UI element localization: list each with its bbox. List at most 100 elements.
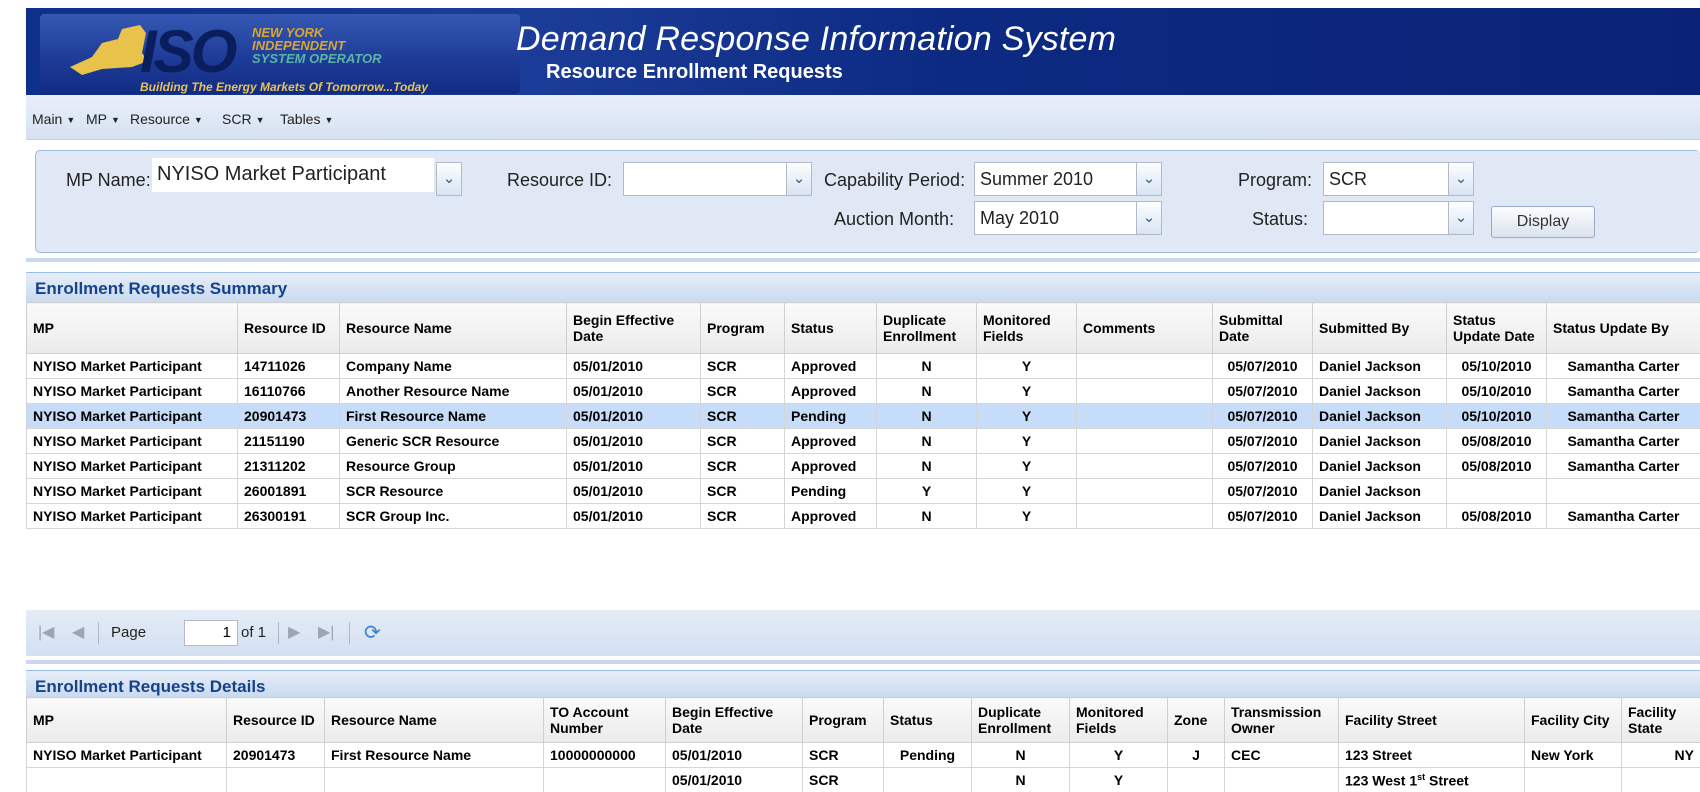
table-cell: 05/07/2010 bbox=[1212, 353, 1313, 379]
table-cell: SCR bbox=[802, 742, 884, 768]
resource-id-combo[interactable] bbox=[623, 162, 787, 196]
column-header[interactable]: Program bbox=[802, 697, 884, 743]
column-header[interactable]: MP bbox=[26, 302, 238, 354]
table-cell: 21311202 bbox=[237, 453, 340, 479]
table-row[interactable]: NYISO Market Participant 20901473 First Re… bbox=[26, 403, 1700, 429]
table-cell: Approved bbox=[784, 428, 877, 454]
display-button[interactable]: Display bbox=[1491, 206, 1595, 238]
table-cell: Y bbox=[976, 428, 1077, 454]
column-header[interactable]: Status bbox=[784, 302, 877, 354]
auction-month-dropdown-icon[interactable]: ⌄ bbox=[1136, 201, 1162, 235]
table-cell: NYISO Market Participant bbox=[26, 478, 238, 504]
column-header[interactable]: Monitored Fields bbox=[1069, 697, 1168, 743]
table-cell: 05/01/2010 bbox=[665, 742, 803, 768]
program-combo[interactable]: SCR bbox=[1323, 162, 1449, 196]
table-cell: Daniel Jackson bbox=[1312, 478, 1447, 504]
column-header[interactable]: Resource ID bbox=[226, 697, 325, 743]
column-header[interactable]: Zone bbox=[1167, 697, 1225, 743]
table-row[interactable]: NYISO Market Participant 26001891 SCR Reso… bbox=[26, 478, 1700, 504]
column-header[interactable]: MP bbox=[26, 697, 227, 743]
column-header[interactable]: TO Account Number bbox=[543, 697, 666, 743]
table-cell: Company Name bbox=[339, 353, 567, 379]
table-cell: 05/01/2010 bbox=[566, 378, 701, 404]
mp-name-label: MP Name: bbox=[66, 170, 151, 190]
table-cell: 05/01/2010 bbox=[566, 403, 701, 429]
column-header[interactable]: Monitored Fields bbox=[976, 302, 1077, 354]
capability-period-dropdown-icon[interactable]: ⌄ bbox=[1136, 162, 1162, 196]
column-header[interactable]: Facility State bbox=[1621, 697, 1700, 743]
table-row[interactable]: NYISO Market Participant 20901473 First Re… bbox=[26, 742, 1700, 768]
app-window: ISO NEW YORK INDEPENDENT SYSTEM OPERATOR… bbox=[0, 0, 1700, 792]
table-row[interactable]: NYISO Market Participant 21311202 Resource… bbox=[26, 453, 1700, 479]
table-cell: 05/07/2010 bbox=[1212, 403, 1313, 429]
caret-down-icon: ▼ bbox=[324, 115, 334, 125]
status-dropdown-icon[interactable]: ⌄ bbox=[1448, 201, 1474, 235]
column-header[interactable]: Transmission Owner bbox=[1224, 697, 1339, 743]
divider bbox=[26, 660, 1700, 664]
table-cell: SCR bbox=[700, 403, 785, 429]
column-header[interactable]: Duplicate Enrollment bbox=[971, 697, 1070, 743]
table-cell: Y bbox=[976, 478, 1077, 504]
table-cell: Y bbox=[976, 353, 1077, 379]
column-header[interactable]: Status bbox=[883, 697, 972, 743]
menu-scr[interactable]: SCR ▼ bbox=[222, 111, 264, 127]
previous-page-icon[interactable]: ◀ bbox=[72, 622, 84, 642]
table-cell bbox=[1076, 403, 1213, 429]
menu-resource[interactable]: Resource ▼ bbox=[130, 111, 203, 127]
toolbar-separator bbox=[278, 622, 279, 644]
caret-down-icon: ▼ bbox=[193, 115, 203, 125]
table-row[interactable]: NYISO Market Participant 21151190 Generic … bbox=[26, 428, 1700, 454]
table-cell: 05/08/2010 bbox=[1446, 428, 1547, 454]
column-header[interactable]: Submitted By bbox=[1312, 302, 1447, 354]
left-margin bbox=[0, 0, 26, 792]
refresh-icon[interactable]: ⟳ bbox=[364, 620, 381, 645]
last-page-icon[interactable]: ▶| bbox=[318, 622, 334, 642]
auction-month-combo[interactable]: May 2010 bbox=[974, 201, 1137, 235]
details-table: MP Resource ID Resource Name TO Account Num… bbox=[26, 697, 1700, 792]
column-header[interactable]: Begin Effective Date bbox=[665, 697, 803, 743]
table-cell: Generic SCR Resource bbox=[339, 428, 567, 454]
column-header[interactable]: Submittal Date bbox=[1212, 302, 1313, 354]
column-header[interactable]: Facility Street bbox=[1338, 697, 1525, 743]
table-cell: 05/07/2010 bbox=[1212, 478, 1313, 504]
table-cell bbox=[883, 767, 972, 792]
column-header[interactable]: Begin Effective Date bbox=[566, 302, 701, 354]
table-cell bbox=[543, 767, 666, 792]
table-cell bbox=[1076, 378, 1213, 404]
table-cell: SCR Group Inc. bbox=[339, 503, 567, 529]
table-row[interactable]: NYISO Market Participant 26300191 SCR Grou… bbox=[26, 503, 1700, 529]
table-row[interactable]: NYISO Market Participant 16110766 Another … bbox=[26, 378, 1700, 404]
table-row[interactable]: 05/01/2010 SCR N Y 123 West 1st Street bbox=[26, 767, 1700, 792]
column-header[interactable]: Resource Name bbox=[339, 302, 567, 354]
column-header[interactable]: Status Update By bbox=[1546, 302, 1700, 354]
column-header[interactable]: Comments bbox=[1076, 302, 1213, 354]
column-header[interactable]: Program bbox=[700, 302, 785, 354]
column-header[interactable]: Resource Name bbox=[324, 697, 544, 743]
program-dropdown-icon[interactable]: ⌄ bbox=[1448, 162, 1474, 196]
column-header[interactable]: Resource ID bbox=[237, 302, 340, 354]
table-cell: Y bbox=[1069, 767, 1168, 792]
capability-period-combo[interactable]: Summer 2010 bbox=[974, 162, 1137, 196]
table-row[interactable]: NYISO Market Participant 14711026 Company … bbox=[26, 353, 1700, 379]
resource-id-dropdown-icon[interactable]: ⌄ bbox=[786, 162, 812, 196]
column-header[interactable]: Duplicate Enrollment bbox=[876, 302, 977, 354]
table-cell: NYISO Market Participant bbox=[26, 503, 238, 529]
page-number-input[interactable]: 1 bbox=[184, 620, 238, 646]
status-combo[interactable] bbox=[1323, 201, 1449, 235]
column-header[interactable]: Status Update Date bbox=[1446, 302, 1547, 354]
table-cell: 05/07/2010 bbox=[1212, 453, 1313, 479]
mp-name-dropdown-icon[interactable]: ⌄ bbox=[436, 162, 462, 196]
toolbar-separator bbox=[98, 622, 99, 644]
column-header[interactable]: Facility City bbox=[1524, 697, 1622, 743]
mp-name-combo[interactable]: NYISO Market Participant bbox=[152, 158, 434, 192]
auction-month-label: Auction Month: bbox=[834, 209, 955, 229]
menu-main[interactable]: Main ▼ bbox=[32, 111, 75, 127]
first-page-icon[interactable]: |◀ bbox=[38, 622, 54, 642]
table-cell: Samantha Carter bbox=[1546, 503, 1700, 529]
next-page-icon[interactable]: ▶ bbox=[288, 622, 300, 642]
menu-mp[interactable]: MP ▼ bbox=[86, 111, 120, 127]
table-cell: Daniel Jackson bbox=[1312, 428, 1447, 454]
table-cell: Approved bbox=[784, 353, 877, 379]
menu-tables[interactable]: Tables ▼ bbox=[280, 111, 333, 127]
table-cell: Y bbox=[976, 403, 1077, 429]
